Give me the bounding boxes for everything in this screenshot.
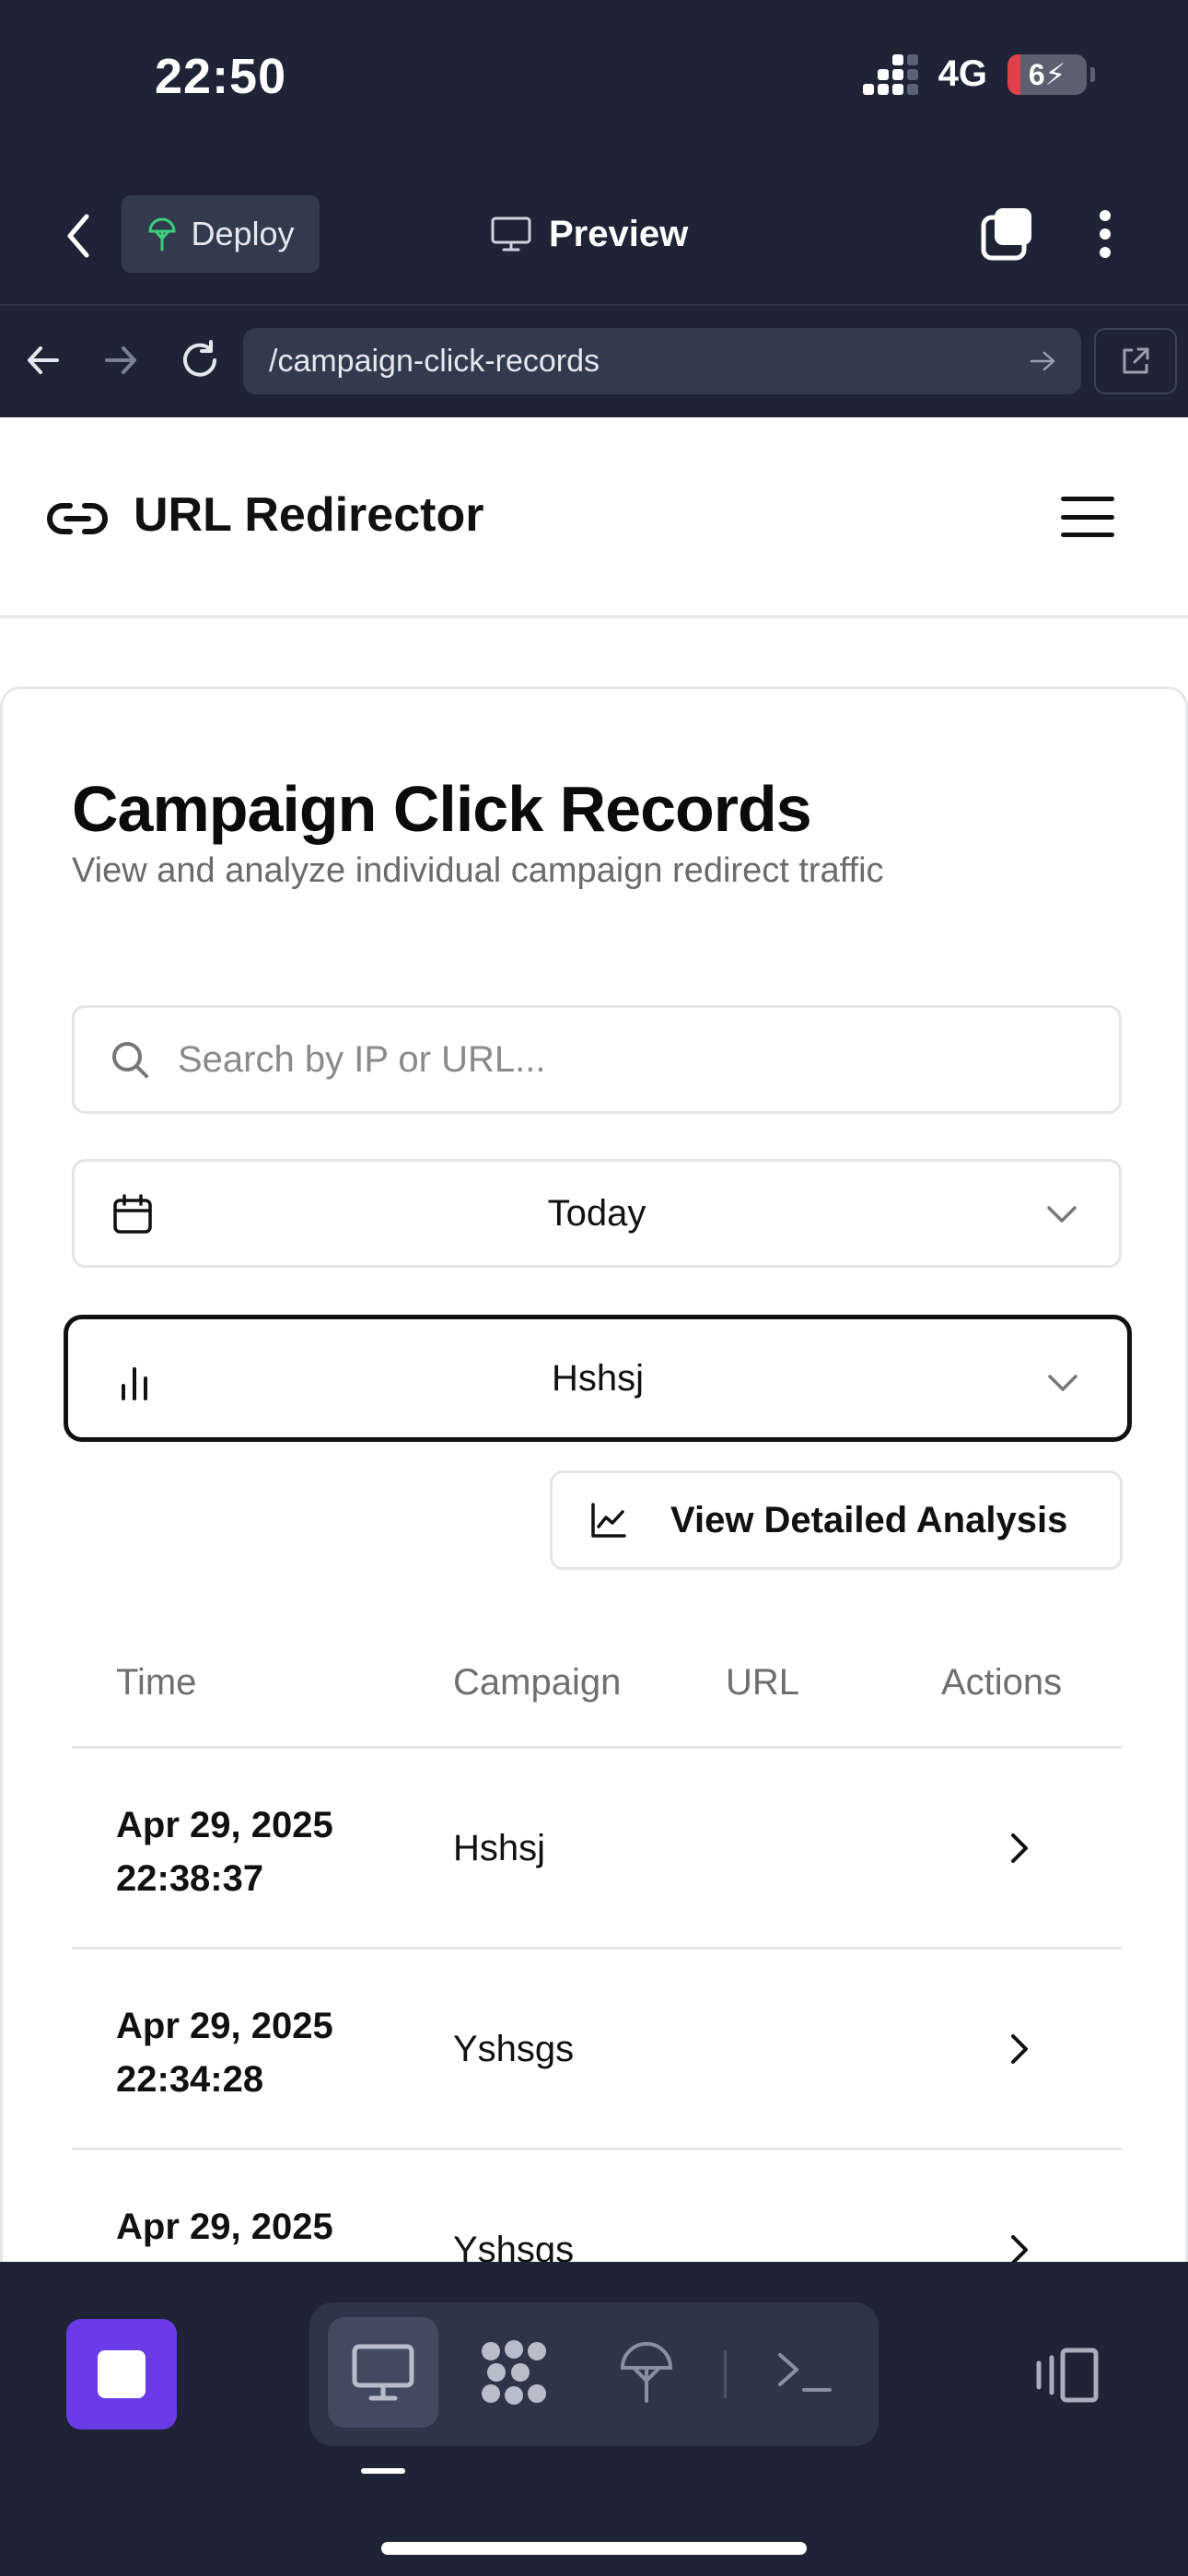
network-type: 4G xyxy=(938,53,987,94)
search-input[interactable] xyxy=(178,1038,1007,1081)
hamburger-icon xyxy=(1061,497,1114,501)
row-campaign: Yshsgs xyxy=(453,2230,575,2262)
back-button[interactable] xyxy=(53,208,103,263)
chevron-down-icon xyxy=(1047,1206,1077,1223)
web-viewport: URL Redirector Campaign Click Records Vi… xyxy=(0,417,1188,2262)
row-time: 22:34:27 xyxy=(116,2254,333,2262)
row-timestamp: Apr 29, 2025 22:34:27 xyxy=(116,2200,333,2262)
search-icon xyxy=(112,1042,148,1078)
external-link-icon xyxy=(1123,347,1149,374)
header-url: URL xyxy=(726,1662,800,1703)
site-title[interactable]: URL Redirector xyxy=(134,487,483,543)
reload-icon xyxy=(183,340,216,377)
monitor-icon xyxy=(491,217,531,252)
app-toolbar: Deploy Preview xyxy=(0,184,1188,286)
extensions-icon xyxy=(482,2340,546,2405)
back-arrow-icon xyxy=(28,346,59,374)
panel-icon[interactable] xyxy=(1031,2345,1101,2406)
open-external-button[interactable] xyxy=(1094,328,1177,394)
table-row[interactable]: Apr 29, 2025 22:34:27 Yshsgs xyxy=(72,2150,1122,2262)
page-subtitle: View and analyze individual campaign red… xyxy=(72,851,884,890)
battery-level: 6⚡ xyxy=(1028,57,1066,91)
calendar-icon xyxy=(113,1194,152,1234)
tool-separator xyxy=(724,2350,727,2398)
desktop-icon xyxy=(352,2344,414,2401)
chevron-right-icon[interactable] xyxy=(998,2027,1039,2071)
link-icon xyxy=(47,503,108,534)
date-range-select[interactable]: Today xyxy=(72,1159,1122,1268)
records-table: Time Campaign URL Actions Apr 29, 2025 2… xyxy=(72,1610,1122,2262)
more-button[interactable] xyxy=(1087,206,1124,262)
analysis-button-label: View Detailed Analysis xyxy=(670,1499,1068,1540)
row-date: Apr 29, 2025 xyxy=(116,1805,333,1845)
table-row[interactable]: Apr 29, 2025 22:34:28 Yshsgs xyxy=(72,1950,1122,2150)
back-icon xyxy=(67,214,89,258)
tabs-button[interactable] xyxy=(978,205,1037,263)
browser-forward-button[interactable] xyxy=(96,335,146,385)
reload-button[interactable] xyxy=(175,335,225,385)
extensions-tool-button[interactable] xyxy=(459,2317,569,2428)
search-box[interactable] xyxy=(72,1005,1122,1114)
forward-arrow-icon xyxy=(105,346,136,374)
active-tool-indicator xyxy=(361,2468,405,2474)
line-chart-icon xyxy=(591,1503,626,1538)
browser-back-button[interactable] xyxy=(18,335,68,385)
home-indicator[interactable] xyxy=(381,2542,807,2555)
campaign-value: Hshsj xyxy=(551,1357,645,1399)
preview-label: Preview xyxy=(549,213,689,254)
deploy-icon xyxy=(148,217,176,252)
row-date: Apr 29, 2025 xyxy=(116,2207,333,2247)
table-row[interactable]: Apr 29, 2025 22:38:37 Hshsj xyxy=(72,1749,1122,1950)
status-bar: 22:50 4G 6⚡ xyxy=(0,0,1188,166)
stop-button[interactable] xyxy=(66,2319,177,2430)
records-card: Campaign Click Records View and analyze … xyxy=(0,686,1188,2262)
campaign-select[interactable]: Hshsj xyxy=(64,1315,1132,1442)
row-date: Apr 29, 2025 xyxy=(116,2006,333,2046)
dock-tool-group xyxy=(309,2302,879,2446)
row-timestamp: Apr 29, 2025 22:34:28 xyxy=(116,1999,333,2106)
chevron-right-icon[interactable] xyxy=(998,2228,1039,2262)
stop-icon xyxy=(98,2350,146,2398)
header-time: Time xyxy=(116,1662,197,1703)
header-campaign: Campaign xyxy=(453,1662,622,1703)
row-timestamp: Apr 29, 2025 22:38:37 xyxy=(116,1798,333,1905)
signal-icon xyxy=(862,53,918,95)
deploy-tool-button[interactable] xyxy=(591,2317,702,2428)
browser-urlbar: /campaign-click-records xyxy=(0,319,1188,402)
date-range-value: Today xyxy=(547,1192,646,1234)
url-text: /campaign-click-records xyxy=(269,343,600,379)
go-arrow-icon[interactable] xyxy=(1030,350,1055,372)
site-header: URL Redirector xyxy=(0,417,1188,618)
menu-button[interactable] xyxy=(1061,497,1114,537)
deploy-icon xyxy=(620,2342,673,2403)
chevron-down-icon xyxy=(1048,1375,1077,1391)
status-time: 22:50 xyxy=(155,49,287,104)
header-actions: Actions xyxy=(941,1662,1063,1703)
bottom-dock xyxy=(0,2262,1188,2576)
preview-title[interactable]: Preview xyxy=(490,205,688,263)
deploy-button[interactable]: Deploy xyxy=(122,195,320,273)
more-icon xyxy=(1100,210,1111,221)
view-detailed-analysis-button[interactable]: View Detailed Analysis xyxy=(550,1470,1123,1570)
status-indicators: 4G 6⚡ xyxy=(862,53,1095,95)
terminal-icon xyxy=(778,2353,832,2392)
toolbar-divider xyxy=(0,304,1188,306)
bar-chart-icon xyxy=(122,1367,147,1400)
terminal-tool-button[interactable] xyxy=(750,2317,860,2428)
row-campaign: Hshsj xyxy=(453,1828,546,1868)
battery-icon: 6⚡ xyxy=(1007,53,1095,95)
chevron-right-icon[interactable] xyxy=(998,1826,1039,1870)
row-campaign: Yshsgs xyxy=(453,2029,575,2069)
tabs-icon xyxy=(981,208,1031,261)
row-time: 22:34:28 xyxy=(116,2059,264,2100)
deploy-label: Deploy xyxy=(191,215,295,252)
page-title: Campaign Click Records xyxy=(72,773,812,845)
desktop-tool-button[interactable] xyxy=(328,2317,438,2428)
table-header: Time Campaign URL Actions xyxy=(72,1610,1122,1749)
url-field[interactable]: /campaign-click-records xyxy=(243,328,1081,394)
row-time: 22:38:37 xyxy=(116,1858,264,1899)
